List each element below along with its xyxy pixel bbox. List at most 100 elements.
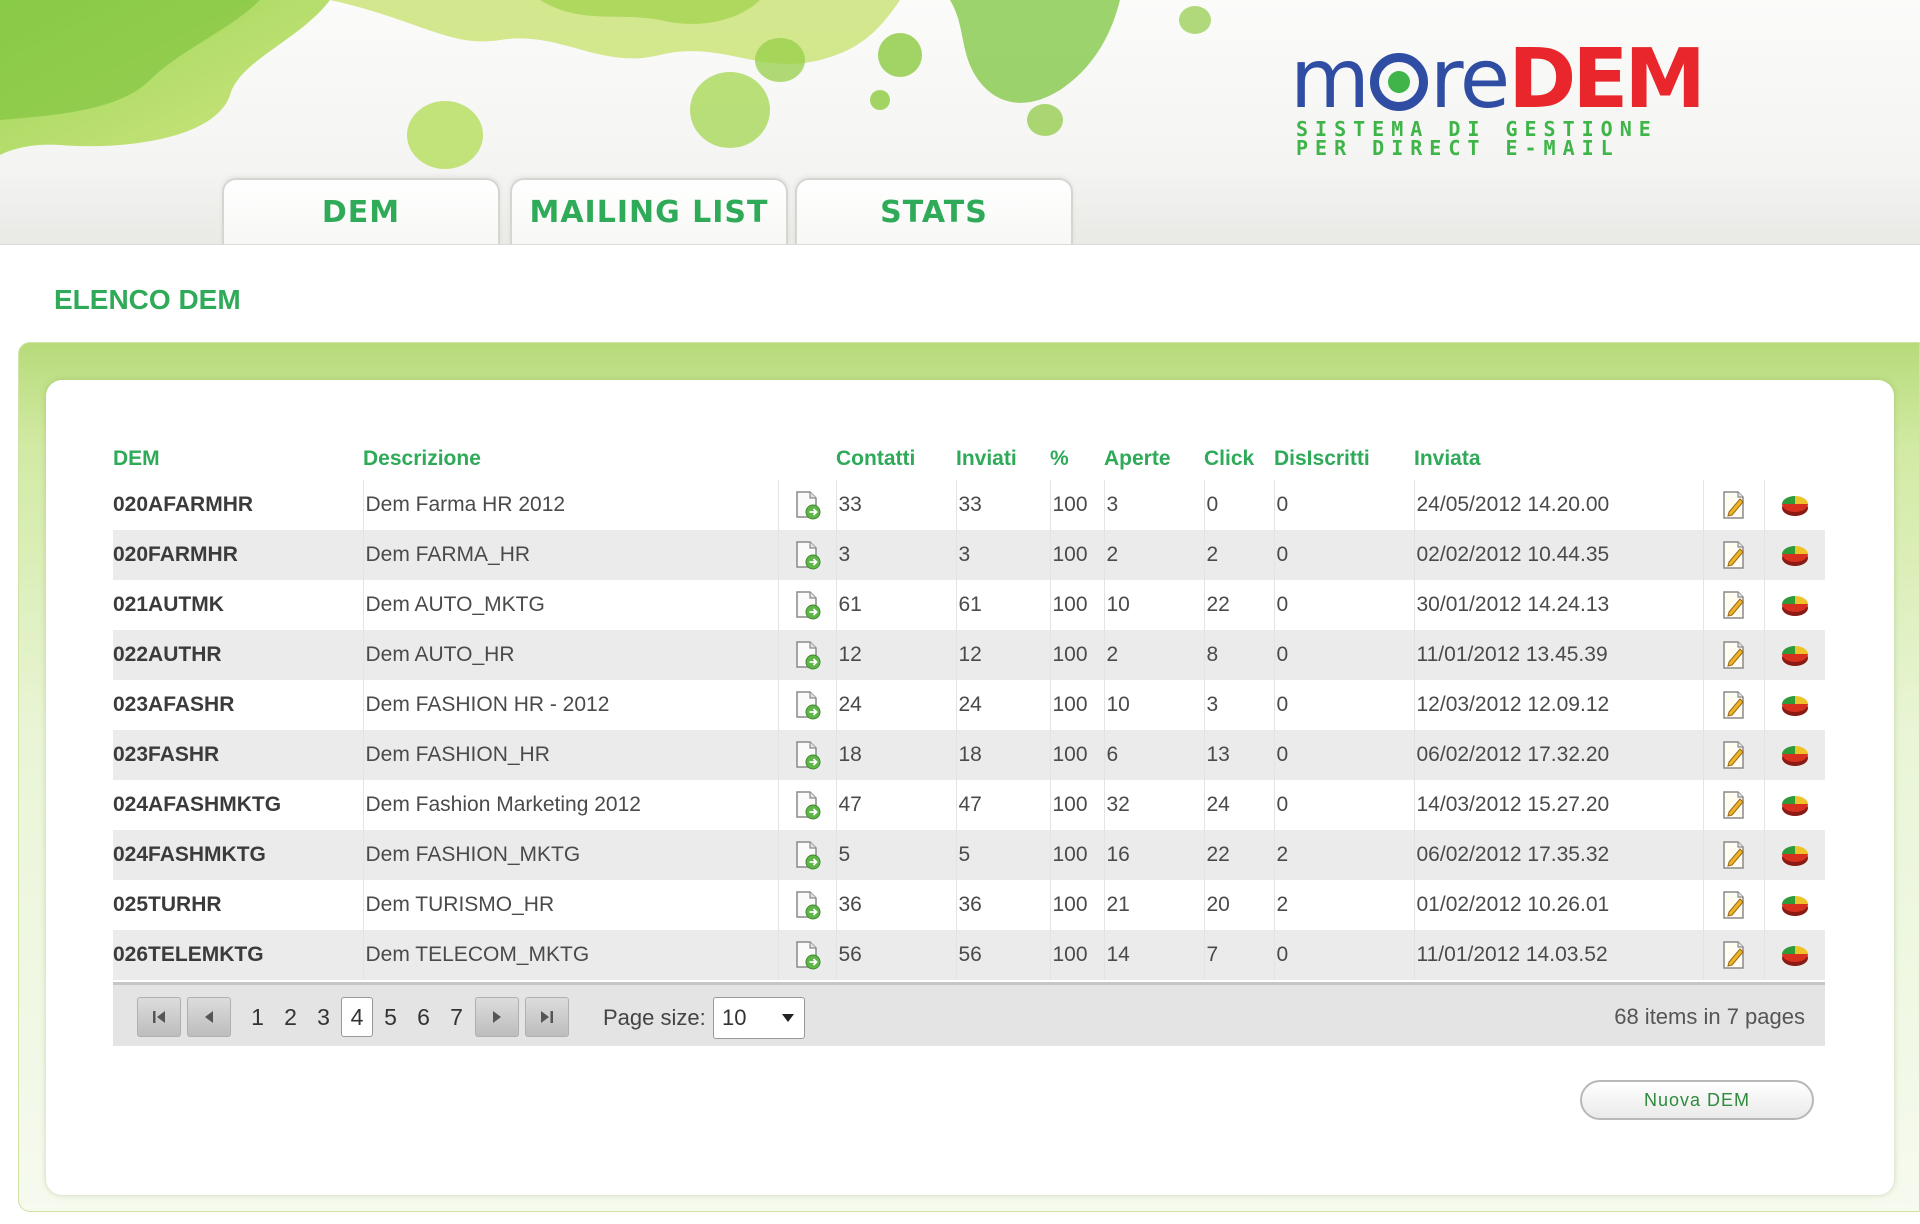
cell-dem[interactable]: 020AFARMHR: [113, 480, 363, 530]
col-header-aperte[interactable]: Aperte: [1104, 438, 1204, 480]
document-send-icon: [796, 741, 821, 770]
cell-dem[interactable]: 026TELEMKTG: [113, 930, 363, 980]
edit-button[interactable]: [1702, 530, 1764, 580]
table-row[interactable]: 024FASHMKTG Dem FASHION_MKTG 5 5 100 16 22 2 06/…: [113, 830, 1825, 880]
edit-document-icon: [1722, 941, 1744, 969]
app-header: m reDEM SISTEMA DI GESTIONE PER DIRECT E-…: [0, 0, 1920, 245]
edit-button[interactable]: [1702, 630, 1764, 680]
cell-percent: 100: [1049, 480, 1104, 530]
stats-button[interactable]: [1763, 580, 1825, 630]
cell-aperte: 3: [1103, 480, 1204, 530]
col-header-descrizione[interactable]: Descrizione: [363, 438, 778, 480]
edit-document-icon: [1722, 741, 1744, 769]
cell-descrizione: Dem FASHION_MKTG: [362, 830, 778, 880]
table-row[interactable]: 026TELEMKTG Dem TELECOM_MKTG 56 56 100 14 7 0 11…: [113, 930, 1825, 980]
table-row[interactable]: 023AFASHR Dem FASHION HR - 2012 24 24 100 10 3…: [113, 680, 1825, 730]
table-row[interactable]: 023FASHR Dem FASHION_HR 18 18 100 6 13 0 06/02/2…: [113, 730, 1825, 780]
first-page-button[interactable]: [137, 997, 181, 1037]
cell-dem[interactable]: 023AFASHR: [113, 680, 363, 730]
edit-button[interactable]: [1702, 780, 1764, 830]
page-6[interactable]: 6: [407, 997, 440, 1037]
stats-button[interactable]: [1763, 680, 1825, 730]
cell-inviati: 56: [955, 930, 1050, 980]
page-3[interactable]: 3: [307, 997, 340, 1037]
cell-send[interactable]: [777, 880, 836, 930]
last-page-button[interactable]: [525, 997, 569, 1037]
col-header-percent[interactable]: %: [1050, 438, 1104, 480]
page-4-current[interactable]: 4: [341, 997, 373, 1037]
col-header-send: [778, 438, 836, 480]
table-row[interactable]: 024AFASHMKTG Dem Fashion Marketing 2012 47…: [113, 780, 1825, 830]
table-row[interactable]: 025TURHR Dem TURISMO_HR 36 36 100 21 20 2 01/02/…: [113, 880, 1825, 930]
cell-send[interactable]: [777, 780, 836, 830]
stats-button[interactable]: [1763, 780, 1825, 830]
pie-chart-icon: [1781, 946, 1808, 966]
pie-chart-icon: [1781, 746, 1808, 766]
table-row[interactable]: 021AUTMK Dem AUTO_MKTG 61 61 100 10 22 0 30/01/2…: [113, 580, 1825, 630]
col-header-click[interactable]: Click: [1204, 438, 1274, 480]
page-1[interactable]: 1: [241, 997, 274, 1037]
stats-button[interactable]: [1763, 830, 1825, 880]
edit-button[interactable]: [1702, 680, 1764, 730]
stats-button[interactable]: [1763, 880, 1825, 930]
col-header-inviata[interactable]: Inviata: [1414, 438, 1703, 480]
stats-button[interactable]: [1763, 480, 1825, 530]
edit-document-icon: [1722, 591, 1744, 619]
edit-document-icon: [1722, 841, 1744, 869]
cell-disiscritti: 0: [1273, 480, 1414, 530]
cell-dem[interactable]: 024AFASHMKTG: [113, 780, 363, 830]
cell-send[interactable]: [777, 530, 836, 580]
cell-send[interactable]: [777, 630, 836, 680]
edit-button[interactable]: [1702, 830, 1764, 880]
page-7[interactable]: 7: [440, 997, 473, 1037]
cell-disiscritti: 0: [1273, 730, 1414, 780]
edit-button[interactable]: [1702, 880, 1764, 930]
col-header-contatti[interactable]: Contatti: [836, 438, 956, 480]
edit-button[interactable]: [1702, 930, 1764, 980]
next-page-button[interactable]: [475, 997, 519, 1037]
new-dem-button[interactable]: Nuova DEM: [1580, 1080, 1814, 1120]
cell-send[interactable]: [777, 580, 836, 630]
stats-button[interactable]: [1763, 530, 1825, 580]
edit-document-icon: [1722, 641, 1744, 669]
table-row[interactable]: 022AUTHR Dem AUTO_HR 12 12 100 2 8 0 11/01/2012 …: [113, 630, 1825, 680]
prev-page-button[interactable]: [187, 997, 231, 1037]
dropdown-arrow-icon: [782, 1014, 794, 1022]
logo-part-dem: DEM: [1508, 32, 1706, 127]
cell-inviati: 47: [955, 780, 1050, 830]
col-header-inviati[interactable]: Inviati: [956, 438, 1050, 480]
page-2[interactable]: 2: [274, 997, 307, 1037]
stats-button[interactable]: [1763, 930, 1825, 980]
page-5[interactable]: 5: [374, 997, 407, 1037]
cell-dem[interactable]: 021AUTMK: [113, 580, 363, 630]
cell-dem[interactable]: 025TURHR: [113, 880, 363, 930]
cell-dem[interactable]: 022AUTHR: [113, 630, 363, 680]
table-row[interactable]: 020FARMHR Dem FARMA_HR 3 3 100 2 2 0 02/02/2012 …: [113, 530, 1825, 580]
tab-mailing-list[interactable]: MAILING LIST: [510, 178, 788, 244]
edit-document-icon: [1722, 691, 1744, 719]
cell-send[interactable]: [777, 480, 836, 530]
stats-button[interactable]: [1763, 630, 1825, 680]
col-header-dem[interactable]: DEM: [113, 438, 363, 480]
next-page-icon: [493, 1011, 501, 1023]
cell-inviata: 30/01/2012 14.24.13: [1413, 580, 1703, 630]
cell-send[interactable]: [777, 730, 836, 780]
col-header-disiscritti[interactable]: DisIscritti: [1274, 438, 1414, 480]
cell-dem[interactable]: 024FASHMKTG: [113, 830, 363, 880]
cell-send[interactable]: [777, 830, 836, 880]
edit-button[interactable]: [1702, 480, 1764, 530]
edit-button[interactable]: [1702, 580, 1764, 630]
edit-button[interactable]: [1702, 730, 1764, 780]
tab-dem[interactable]: DEM: [222, 178, 500, 244]
cell-send[interactable]: [777, 680, 836, 730]
document-send-icon: [796, 641, 821, 670]
stats-button[interactable]: [1763, 730, 1825, 780]
table-row[interactable]: 020AFARMHR Dem Farma HR 2012 33 33 100 3 0 0 24/…: [113, 480, 1825, 530]
cell-dem[interactable]: 023FASHR: [113, 730, 363, 780]
tab-stats[interactable]: STATS: [795, 178, 1073, 244]
cell-percent: 100: [1049, 730, 1104, 780]
page-size-select[interactable]: 10: [713, 997, 805, 1039]
pie-chart-icon: [1781, 546, 1808, 566]
cell-dem[interactable]: 020FARMHR: [113, 530, 363, 580]
cell-send[interactable]: [777, 930, 836, 980]
